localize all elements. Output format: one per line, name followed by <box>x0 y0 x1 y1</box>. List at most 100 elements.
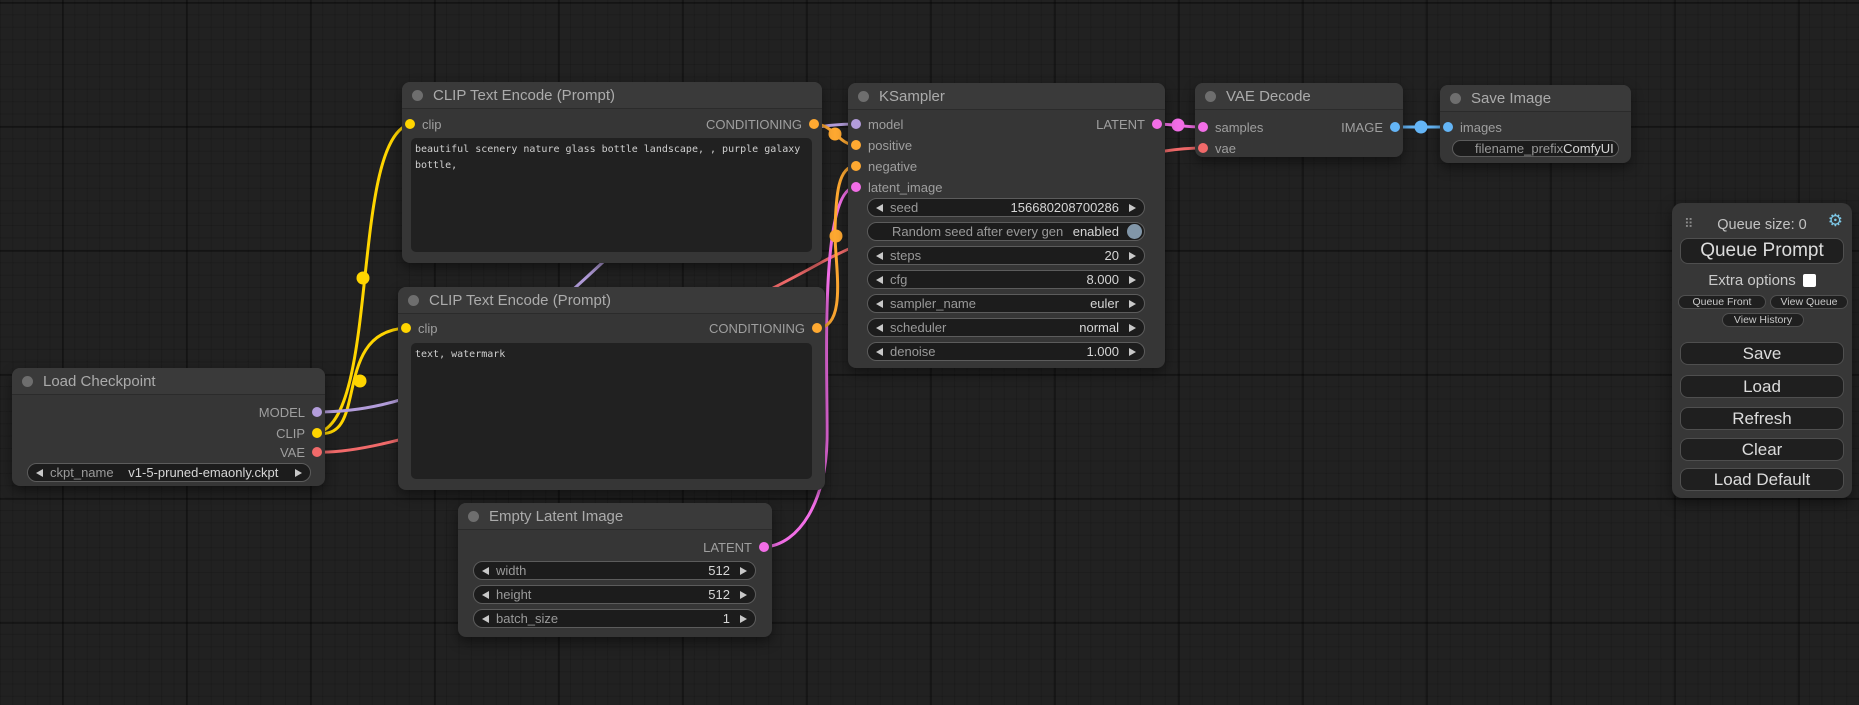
node-header[interactable]: Empty Latent Image <box>458 503 772 530</box>
clear-button[interactable]: Clear <box>1680 438 1844 461</box>
output-port-latent[interactable]: LATENT <box>703 539 769 555</box>
node-empty-latent-image[interactable]: Empty Latent Image LATENT width 512 heig… <box>458 503 772 637</box>
widget-sampler-name[interactable]: sampler_name euler <box>867 294 1145 313</box>
widget-filename-prefix[interactable]: filename_prefix ComfyUI <box>1452 140 1619 157</box>
port-dot-conditioning-icon[interactable] <box>809 119 819 129</box>
widget-seed[interactable]: seed 156680208700286 <box>867 198 1145 217</box>
prompt-textarea[interactable]: text, watermark <box>411 343 812 479</box>
node-collapse-dot[interactable] <box>1450 93 1461 104</box>
node-ksampler[interactable]: KSampler model positive negative latent_… <box>848 83 1165 368</box>
input-port-latent-image[interactable]: latent_image <box>851 179 942 195</box>
decrement-arrow-icon[interactable] <box>482 591 489 599</box>
view-queue-button[interactable]: View Queue <box>1770 295 1848 309</box>
load-button[interactable]: Load <box>1680 375 1844 398</box>
load-default-button[interactable]: Load Default <box>1680 468 1844 491</box>
output-port-model[interactable]: MODEL <box>259 404 322 420</box>
decrement-arrow-icon[interactable] <box>876 348 883 356</box>
increment-arrow-icon[interactable] <box>740 591 747 599</box>
node-header[interactable]: Load Checkpoint <box>12 368 325 395</box>
decrement-arrow-icon[interactable] <box>876 324 883 332</box>
widget-batch-size[interactable]: batch_size 1 <box>473 609 756 628</box>
link-midpoint-dot[interactable] <box>830 230 843 243</box>
toggle-knob-icon[interactable] <box>1127 224 1142 239</box>
node-collapse-dot[interactable] <box>858 91 869 102</box>
node-header[interactable]: CLIP Text Encode (Prompt) <box>398 287 825 314</box>
extra-options-checkbox[interactable] <box>1803 274 1816 287</box>
widget-height[interactable]: height 512 <box>473 585 756 604</box>
increment-arrow-icon[interactable] <box>1129 324 1136 332</box>
increment-arrow-icon[interactable] <box>295 469 302 477</box>
widget-scheduler[interactable]: scheduler normal <box>867 318 1145 337</box>
port-dot-clip-icon[interactable] <box>405 119 415 129</box>
node-header[interactable]: CLIP Text Encode (Prompt) <box>402 82 822 109</box>
widget-random-seed-toggle[interactable]: Random seed after every gen enabled <box>867 222 1145 241</box>
port-dot-image-icon[interactable] <box>1390 122 1400 132</box>
link-midpoint-dot[interactable] <box>354 375 367 388</box>
node-load-checkpoint[interactable]: Load Checkpoint MODEL CLIP VAE ckpt_name… <box>12 368 325 486</box>
output-port-latent[interactable]: LATENT <box>1096 116 1162 132</box>
port-dot-conditioning-icon[interactable] <box>851 140 861 150</box>
node-clip-text-encode-positive[interactable]: CLIP Text Encode (Prompt) clip CONDITION… <box>402 82 822 263</box>
node-header[interactable]: VAE Decode <box>1195 83 1403 110</box>
input-port-samples[interactable]: samples <box>1198 119 1263 135</box>
link-midpoint-dot[interactable] <box>357 272 370 285</box>
port-dot-clip-icon[interactable] <box>401 323 411 333</box>
decrement-arrow-icon[interactable] <box>482 615 489 623</box>
widget-steps[interactable]: steps 20 <box>867 246 1145 265</box>
widget-ckpt-name[interactable]: ckpt_name v1-5-pruned-emaonly.ckpt <box>27 463 311 482</box>
node-collapse-dot[interactable] <box>408 295 419 306</box>
port-dot-latent-icon[interactable] <box>1198 122 1208 132</box>
node-header[interactable]: KSampler <box>848 83 1165 110</box>
link-midpoint-dot[interactable] <box>1415 121 1428 134</box>
input-port-images[interactable]: images <box>1443 119 1502 135</box>
input-port-positive[interactable]: positive <box>851 137 912 153</box>
port-dot-clip-icon[interactable] <box>312 428 322 438</box>
link-midpoint-dot[interactable] <box>829 128 842 141</box>
decrement-arrow-icon[interactable] <box>876 300 883 308</box>
increment-arrow-icon[interactable] <box>740 567 747 575</box>
output-port-clip[interactable]: CLIP <box>276 425 322 441</box>
port-dot-model-icon[interactable] <box>312 407 322 417</box>
port-dot-latent-icon[interactable] <box>851 182 861 192</box>
port-dot-latent-icon[interactable] <box>759 542 769 552</box>
output-port-image[interactable]: IMAGE <box>1341 119 1400 135</box>
input-port-negative[interactable]: negative <box>851 158 917 174</box>
queue-front-button[interactable]: Queue Front <box>1678 295 1766 309</box>
port-dot-vae-icon[interactable] <box>1198 143 1208 153</box>
decrement-arrow-icon[interactable] <box>876 276 883 284</box>
refresh-button[interactable]: Refresh <box>1680 407 1844 430</box>
save-button[interactable]: Save <box>1680 342 1844 365</box>
decrement-arrow-icon[interactable] <box>876 252 883 260</box>
node-vae-decode[interactable]: VAE Decode samples vae IMAGE <box>1195 83 1403 157</box>
node-clip-text-encode-negative[interactable]: CLIP Text Encode (Prompt) clip CONDITION… <box>398 287 825 490</box>
output-port-vae[interactable]: VAE <box>280 444 322 460</box>
node-collapse-dot[interactable] <box>468 511 479 522</box>
widget-denoise[interactable]: denoise 1.000 <box>867 342 1145 361</box>
increment-arrow-icon[interactable] <box>1129 300 1136 308</box>
node-header[interactable]: Save Image <box>1440 85 1631 112</box>
decrement-arrow-icon[interactable] <box>482 567 489 575</box>
increment-arrow-icon[interactable] <box>1129 204 1136 212</box>
settings-gear-icon[interactable]: ⚙ <box>1828 212 1843 229</box>
port-dot-image-icon[interactable] <box>1443 122 1453 132</box>
port-dot-conditioning-icon[interactable] <box>812 323 822 333</box>
output-port-conditioning[interactable]: CONDITIONING <box>709 320 822 336</box>
output-port-conditioning[interactable]: CONDITIONING <box>706 116 819 132</box>
increment-arrow-icon[interactable] <box>740 615 747 623</box>
port-dot-model-icon[interactable] <box>851 119 861 129</box>
widget-cfg[interactable]: cfg 8.000 <box>867 270 1145 289</box>
node-collapse-dot[interactable] <box>22 376 33 387</box>
widget-width[interactable]: width 512 <box>473 561 756 580</box>
node-collapse-dot[interactable] <box>1205 91 1216 102</box>
port-dot-conditioning-icon[interactable] <box>851 161 861 171</box>
graph-canvas[interactable]: Load Checkpoint MODEL CLIP VAE ckpt_name… <box>0 0 1859 705</box>
input-port-clip[interactable]: clip <box>401 320 438 336</box>
increment-arrow-icon[interactable] <box>1129 252 1136 260</box>
increment-arrow-icon[interactable] <box>1129 348 1136 356</box>
decrement-arrow-icon[interactable] <box>36 469 43 477</box>
increment-arrow-icon[interactable] <box>1129 276 1136 284</box>
queue-prompt-button[interactable]: Queue Prompt <box>1680 238 1844 264</box>
input-port-clip[interactable]: clip <box>405 116 442 132</box>
input-port-model[interactable]: model <box>851 116 903 132</box>
input-port-vae[interactable]: vae <box>1198 140 1236 156</box>
